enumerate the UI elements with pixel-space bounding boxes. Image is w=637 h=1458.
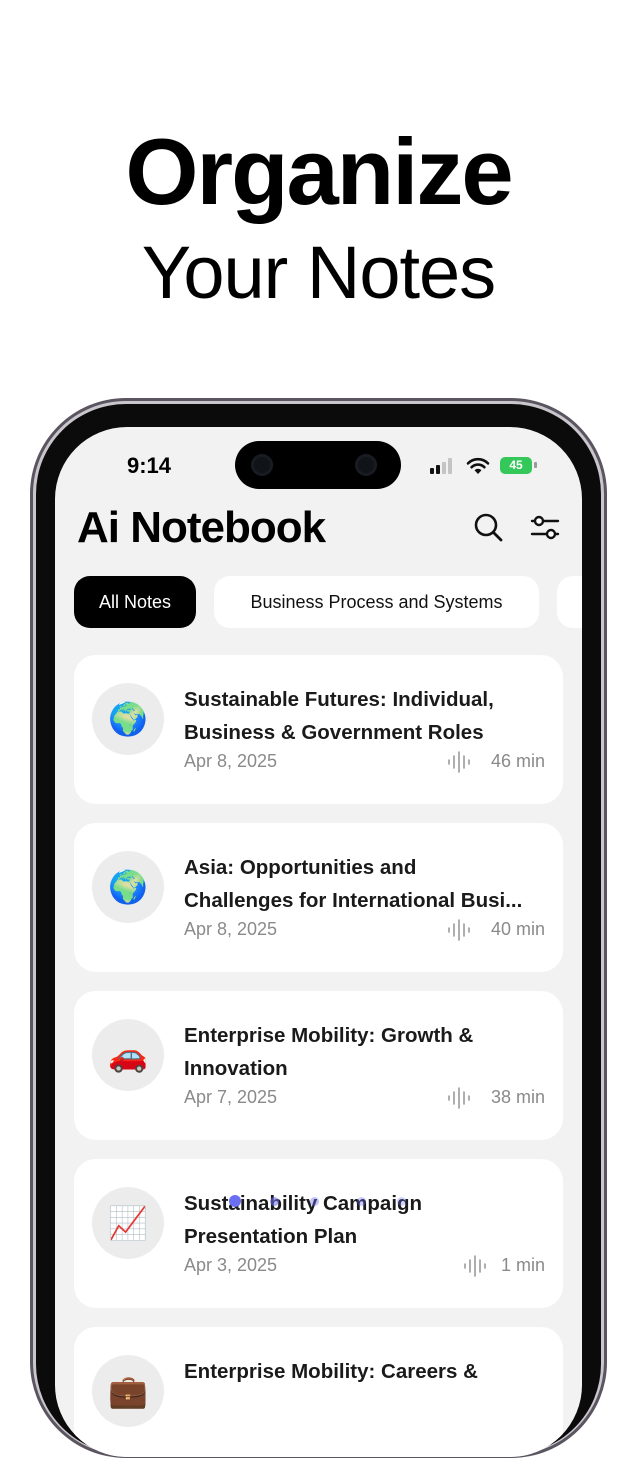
note-date: Apr 7, 2025 xyxy=(184,1087,278,1107)
battery-icon: 45 xyxy=(500,457,532,474)
note-duration: 1 min xyxy=(500,1255,545,1275)
waveform-icon xyxy=(448,919,470,941)
note-card[interactable]: 🚗 Enterprise Mobility: Growth & Innovati… xyxy=(74,991,563,1140)
chart-increasing-icon: 📈 xyxy=(92,1187,164,1259)
note-title: Enterprise Mobility: Careers & xyxy=(184,1360,478,1383)
waveform-icon xyxy=(464,1255,486,1277)
chip-next[interactable] xyxy=(557,576,582,628)
chip-business-process[interactable]: Business Process and Systems xyxy=(214,576,539,628)
note-card[interactable]: 🌍 Sustainable Futures: Individual, Busin… xyxy=(74,655,563,804)
app-title: Ai Notebook xyxy=(77,503,326,552)
headline-title: Organize xyxy=(125,119,513,224)
wifi-icon xyxy=(466,457,490,474)
status-time: 9:14 xyxy=(127,453,172,478)
battery-tip xyxy=(534,462,537,468)
sliders-icon[interactable] xyxy=(530,513,560,543)
note-card[interactable]: 📈 Sustainability Campaign Presentation P… xyxy=(74,1159,563,1308)
waveform-icon xyxy=(448,1087,470,1109)
note-card[interactable]: 💼 Enterprise Mobility: Careers & xyxy=(74,1327,563,1457)
note-date: Apr 8, 2025 xyxy=(184,919,278,939)
headline-subtitle: Your Notes xyxy=(141,231,496,314)
chip-all-notes[interactable]: All Notes xyxy=(74,576,196,628)
note-duration: 38 min xyxy=(490,1087,545,1107)
briefcase-icon: 💼 xyxy=(92,1355,164,1427)
note-card[interactable]: 🌍 Asia: Opportunities and Challenges for… xyxy=(74,823,563,972)
globe-icon: 🌍 xyxy=(92,851,164,923)
dynamic-island xyxy=(235,441,401,489)
signal-icon xyxy=(430,458,458,474)
note-title: Asia: Opportunities and Challenges for I… xyxy=(184,856,523,912)
note-date: Apr 3, 2025 xyxy=(184,1255,278,1275)
phone-screen: 9:14 45 Ai Notebook All Notes Business P… xyxy=(55,427,582,1457)
note-title: Sustainable Futures: Individual, Busines… xyxy=(184,688,494,744)
note-duration: 40 min xyxy=(490,919,545,939)
note-duration: 46 min xyxy=(490,751,545,771)
camera-lens xyxy=(251,454,273,476)
globe-icon: 🌍 xyxy=(92,683,164,755)
note-title: Enterprise Mobility: Growth & Innovation xyxy=(184,1024,474,1080)
sensor-lens xyxy=(355,454,377,476)
search-icon[interactable] xyxy=(473,512,503,542)
note-date: Apr 8, 2025 xyxy=(184,751,278,771)
car-icon: 🚗 xyxy=(92,1019,164,1091)
waveform-icon xyxy=(448,751,470,773)
